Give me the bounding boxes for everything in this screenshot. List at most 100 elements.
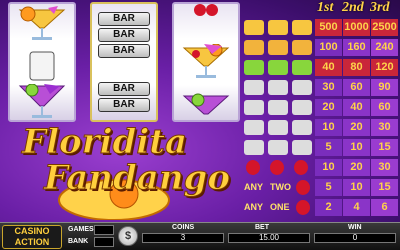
win-value: 0 — [352, 233, 358, 242]
single-bar-icon — [244, 120, 264, 135]
any-label: ANY — [244, 182, 264, 192]
bank-field — [94, 237, 114, 247]
paytable-row: 30 60 90 — [242, 78, 400, 97]
cocktail-lime-icon — [182, 93, 230, 115]
any-cocktail-icon — [292, 60, 312, 75]
any-bar-icon — [244, 140, 264, 155]
double-bar-icon — [268, 100, 288, 115]
payout-1st: 10 — [315, 159, 342, 176]
single-bar-icon — [268, 120, 288, 135]
single-bar-icon — [292, 120, 312, 135]
paytable-symbols — [242, 159, 314, 176]
paytable-row: 10 20 30 — [242, 158, 400, 177]
payout-1st: 5 — [315, 139, 342, 156]
games-label: GAMES — [68, 226, 94, 233]
reels-area: BAR BAR BAR BAR BAR — [8, 2, 240, 122]
paytable-row: 5 10 15 — [242, 138, 400, 157]
payout-2nd: 80 — [343, 59, 370, 76]
bar-symbol: BAR — [98, 12, 150, 26]
payout-2nd: 160 — [343, 39, 370, 56]
cherry-icon — [270, 160, 284, 175]
paytable-header-3rd: 3rd — [370, 0, 390, 15]
casino-logo-line-2: ACTION — [14, 237, 50, 247]
any-cocktail-icon — [268, 60, 288, 75]
cocktail-cherry-icon — [244, 40, 264, 55]
payout-3rd: 2500 — [371, 19, 398, 36]
win-label: WIN — [348, 224, 362, 231]
paytable-row: 100 160 240 — [242, 38, 400, 57]
cherry-icon — [296, 180, 310, 195]
payout-2nd: 60 — [343, 79, 370, 96]
cherry-icon — [246, 160, 260, 175]
cocktail-lime-icon — [18, 84, 66, 118]
reel-3 — [172, 2, 240, 122]
cocktail-orange-icon — [268, 20, 288, 35]
paytable-symbols: ANY TWO — [242, 179, 314, 196]
paytable-symbols — [242, 119, 314, 136]
paytable-symbols — [242, 59, 314, 76]
cocktail-cherry-icon — [268, 40, 288, 55]
paytable-symbols — [242, 99, 314, 116]
payout-2nd: 10 — [343, 179, 370, 196]
triple-bar-icon — [244, 80, 264, 95]
paytable-symbols — [242, 79, 314, 96]
bet-value: 15.00 — [258, 233, 280, 242]
cocktail-cherry-icon — [292, 40, 312, 55]
two-label: TWO — [270, 182, 291, 192]
game-logo: Floridita Fandango — [14, 120, 244, 220]
payout-1st: 5 — [315, 179, 342, 196]
seven-icon — [29, 51, 55, 81]
one-label: ONE — [270, 202, 290, 212]
paytable-row: ANY TWO 5 10 15 — [242, 178, 400, 197]
logo-line-1: Floridita — [22, 122, 188, 163]
payout-3rd: 60 — [371, 99, 398, 116]
payout-1st: 500 — [315, 19, 342, 36]
triple-bar-icon — [292, 80, 312, 95]
casino-logo-line-1: CASINO — [14, 226, 50, 236]
double-bar-icon — [244, 100, 264, 115]
cocktail-orange-icon — [244, 20, 264, 35]
payout-3rd: 240 — [371, 39, 398, 56]
payout-3rd: 15 — [371, 179, 398, 196]
paytable-symbols — [242, 139, 314, 156]
triple-bar-icon — [268, 80, 288, 95]
reel-1 — [8, 2, 76, 122]
payout-1st: 30 — [315, 79, 342, 96]
cocktail-orange-icon — [292, 20, 312, 35]
payout-1st: 40 — [315, 59, 342, 76]
games-field — [94, 225, 114, 235]
paytable-row: ANY ONE 2 4 6 — [242, 198, 400, 217]
coins-value: 3 — [180, 233, 186, 242]
cocktail-orange-icon — [18, 6, 66, 40]
payout-1st: 2 — [315, 199, 342, 216]
payout-3rd: 15 — [371, 139, 398, 156]
payout-2nd: 20 — [343, 119, 370, 136]
cherry-icon — [296, 200, 310, 215]
payout-2nd: 40 — [343, 99, 370, 116]
paytable-row: 20 40 60 — [242, 98, 400, 117]
bottom-bar: CASINO ACTION GAMES BANK $ COINS 3 BET 1… — [0, 222, 400, 250]
coin-button[interactable]: $ — [118, 226, 138, 246]
any-bar-icon — [292, 140, 312, 155]
reel-2: BAR BAR BAR BAR BAR — [90, 2, 158, 122]
payout-1st: 20 — [315, 99, 342, 116]
payout-2nd: 20 — [343, 159, 370, 176]
payout-3rd: 30 — [371, 159, 398, 176]
paytable-symbols — [242, 19, 314, 36]
paytable: 1st 2nd 3rd 500 1000 2500 100 160 240 40… — [242, 0, 400, 222]
game-stage: BAR BAR BAR BAR BAR 1st 2nd 3rd 500 1000… — [0, 0, 400, 250]
paytable-symbols: ANY ONE — [242, 199, 314, 216]
any-label: ANY — [244, 202, 264, 212]
payout-3rd: 120 — [371, 59, 398, 76]
paytable-row: 40 80 120 — [242, 58, 400, 77]
coins-label: COINS — [172, 224, 195, 231]
payout-3rd: 90 — [371, 79, 398, 96]
paytable-symbols — [242, 39, 314, 56]
bet-label: BET — [255, 224, 269, 231]
bar-symbol: BAR — [98, 44, 150, 58]
cherry-icon — [194, 4, 218, 16]
paytable-header-2nd: 2nd — [342, 0, 364, 15]
bar-symbol: BAR — [98, 82, 150, 96]
payout-1st: 100 — [315, 39, 342, 56]
paytable-header-1st: 1st — [317, 0, 334, 15]
